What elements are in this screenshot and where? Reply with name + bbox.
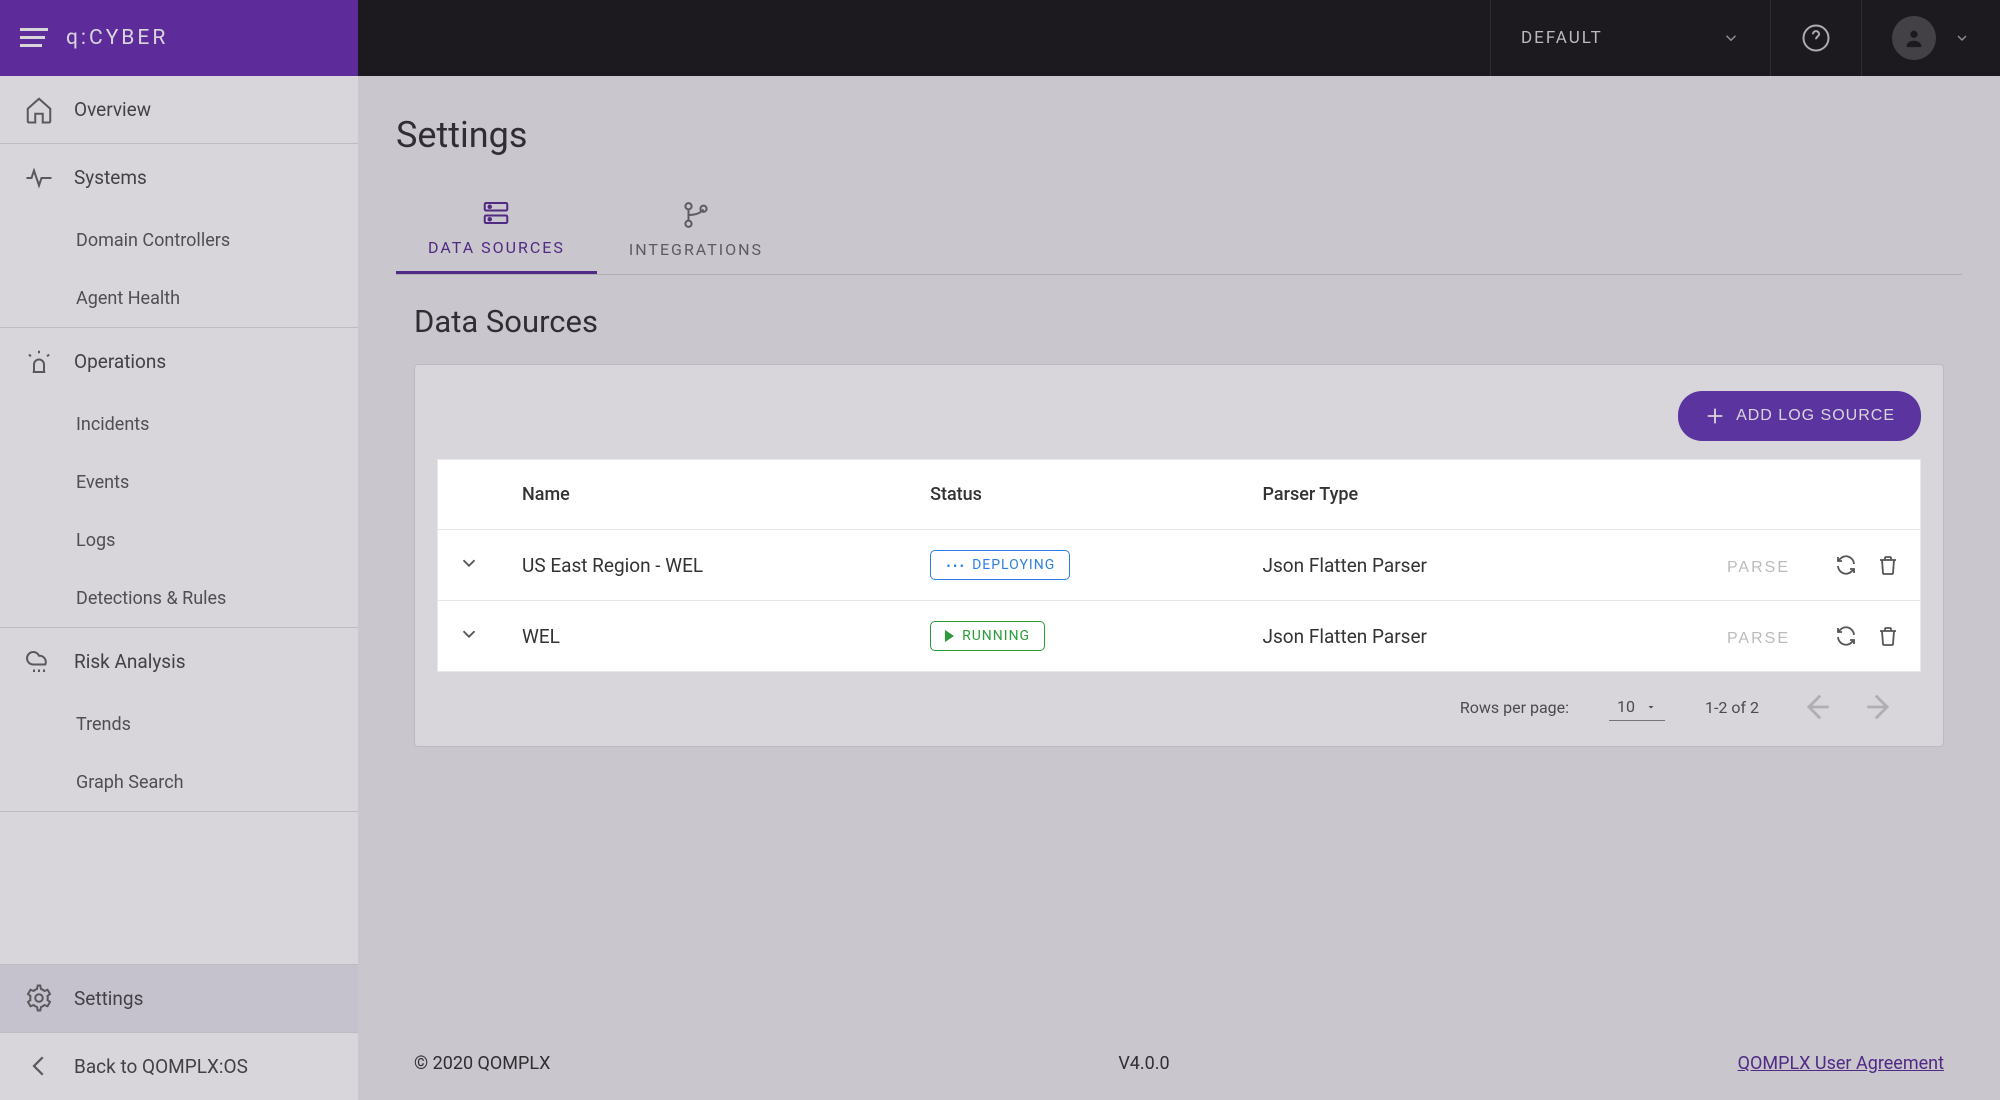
help-icon <box>1801 23 1831 53</box>
row-name: WEL <box>522 625 560 648</box>
rows-per-page-select[interactable]: 10 <box>1609 693 1665 721</box>
home-icon <box>24 95 54 125</box>
sidebar-item-label: Logs <box>76 530 115 551</box>
version: V4.0.0 <box>1118 1053 1169 1074</box>
help-button[interactable] <box>1770 0 1861 76</box>
chevron-down-icon <box>1954 30 1970 46</box>
status-badge: ⋯DEPLOYING <box>930 550 1070 580</box>
sidebar-item-label: Settings <box>74 987 143 1010</box>
table-row: US East Region - WEL ⋯DEPLOYING Json Fla… <box>438 530 1920 601</box>
sidebar-item-label: Domain Controllers <box>76 230 230 251</box>
sidebar-item-label: Graph Search <box>76 772 184 793</box>
table-pager: Rows per page: 10 1-2 of 2 <box>437 672 1921 724</box>
sidebar-item-incidents[interactable]: Incidents <box>0 396 358 454</box>
expand-row-button[interactable] <box>458 551 482 575</box>
pager-range: 1-2 of 2 <box>1705 698 1759 717</box>
environment-label: DEFAULT <box>1521 28 1603 48</box>
nav-section: Overview Systems Domain Controllers Agen… <box>0 76 358 964</box>
sidebar-item-systems[interactable]: Systems <box>0 144 358 212</box>
row-parser-type: Json Flatten Parser <box>1263 625 1427 648</box>
tab-data-sources[interactable]: DATA SOURCES <box>396 184 597 274</box>
status-label: RUNNING <box>962 628 1030 644</box>
user-menu[interactable] <box>1861 0 2000 76</box>
page-footer: © 2020 QOMPLX V4.0.0 QOMPLX User Agreeme… <box>396 1027 1962 1080</box>
pager-next-button[interactable] <box>1863 690 1897 724</box>
tab-label: INTEGRATIONS <box>629 240 763 259</box>
sidebar-item-label: Incidents <box>76 414 149 435</box>
cloud-rain-icon <box>24 647 54 677</box>
sidebar-item-domain-controllers[interactable]: Domain Controllers <box>0 212 358 270</box>
user-icon <box>1892 16 1936 60</box>
add-button-label: ADD LOG SOURCE <box>1736 407 1895 425</box>
server-icon <box>481 198 511 228</box>
sidebar-item-agent-health[interactable]: Agent Health <box>0 270 358 328</box>
expand-row-button[interactable] <box>458 622 482 646</box>
data-sources-table: Name Status Parser Type US East Region -… <box>437 459 1921 672</box>
play-icon <box>945 630 954 642</box>
sidebar-item-risk-analysis[interactable]: Risk Analysis <box>0 628 358 696</box>
sidebar-item-trends[interactable]: Trends <box>0 696 358 754</box>
sidebar-item-label: Back to QOMPLX:OS <box>74 1055 248 1078</box>
table-row: WEL RUNNING Json Flatten Parser PARSE <box>438 601 1920 672</box>
sidebar-item-label: Trends <box>76 714 131 735</box>
delete-button[interactable] <box>1876 624 1900 648</box>
sidebar-item-overview[interactable]: Overview <box>0 76 358 144</box>
sidebar-item-label: Events <box>76 472 129 493</box>
branch-icon <box>681 200 711 230</box>
copyright: © 2020 QOMPLX <box>414 1053 550 1074</box>
tabbar: DATA SOURCES INTEGRATIONS <box>396 184 1962 275</box>
column-header-name: Name <box>502 460 910 530</box>
row-parser-type: Json Flatten Parser <box>1263 554 1427 577</box>
topbar: DEFAULT <box>358 0 2000 76</box>
data-sources-card: ADD LOG SOURCE Name Status Parser Type <box>414 364 1944 747</box>
refresh-button[interactable] <box>1834 624 1858 648</box>
environment-selector[interactable]: DEFAULT <box>1490 0 1770 76</box>
parse-button[interactable]: PARSE <box>1727 630 1790 648</box>
caret-down-icon <box>1645 701 1657 713</box>
add-log-source-button[interactable]: ADD LOG SOURCE <box>1678 391 1921 441</box>
plus-icon <box>1704 405 1726 427</box>
page-title: Settings <box>396 114 1962 156</box>
sidebar-header: q:CYBER <box>0 0 358 76</box>
heartbeat-icon <box>24 163 54 193</box>
chevron-down-icon <box>1722 29 1740 47</box>
main-content: Settings DATA SOURCES INTEGRATIONS Data … <box>358 76 2000 1100</box>
gear-icon <box>24 983 54 1013</box>
sidebar-item-settings[interactable]: Settings <box>0 964 358 1032</box>
refresh-button[interactable] <box>1834 553 1858 577</box>
sidebar-item-label: Risk Analysis <box>74 650 186 673</box>
sidebar-footer: Settings Back to QOMPLX:OS <box>0 964 358 1100</box>
parse-button[interactable]: PARSE <box>1727 559 1790 577</box>
sidebar-item-graph-search[interactable]: Graph Search <box>0 754 358 812</box>
menu-toggle-icon[interactable] <box>20 28 48 48</box>
row-name: US East Region - WEL <box>522 554 703 577</box>
sidebar-item-back[interactable]: Back to QOMPLX:OS <box>0 1032 358 1100</box>
sidebar-item-label: Overview <box>74 98 151 121</box>
delete-button[interactable] <box>1876 553 1900 577</box>
pager-prev-button[interactable] <box>1799 690 1833 724</box>
sidebar-item-events[interactable]: Events <box>0 454 358 512</box>
sidebar-item-label: Detections & Rules <box>76 588 226 609</box>
section-title: Data Sources <box>414 303 1962 340</box>
tab-integrations[interactable]: INTEGRATIONS <box>597 184 795 274</box>
sidebar-item-operations[interactable]: Operations <box>0 328 358 396</box>
sidebar-item-label: Agent Health <box>76 288 180 309</box>
status-badge: RUNNING <box>930 621 1045 651</box>
status-label: DEPLOYING <box>972 557 1055 573</box>
sidebar-item-logs[interactable]: Logs <box>0 512 358 570</box>
rows-per-page-value: 10 <box>1617 697 1635 716</box>
arrow-left-icon <box>24 1051 54 1081</box>
user-agreement-link[interactable]: QOMPLX User Agreement <box>1738 1053 1944 1074</box>
column-header-status: Status <box>910 460 1242 530</box>
column-header-parser: Parser Type <box>1243 460 1620 530</box>
sidebar-item-label: Operations <box>74 350 166 373</box>
sidebar: q:CYBER Overview Systems Domain Controll… <box>0 0 358 1100</box>
brand-logo: q:CYBER <box>66 26 168 50</box>
sidebar-item-label: Systems <box>74 166 147 189</box>
siren-icon <box>24 347 54 377</box>
tab-label: DATA SOURCES <box>428 238 565 257</box>
sidebar-item-detections-rules[interactable]: Detections & Rules <box>0 570 358 628</box>
rows-per-page-label: Rows per page: <box>1460 698 1569 717</box>
